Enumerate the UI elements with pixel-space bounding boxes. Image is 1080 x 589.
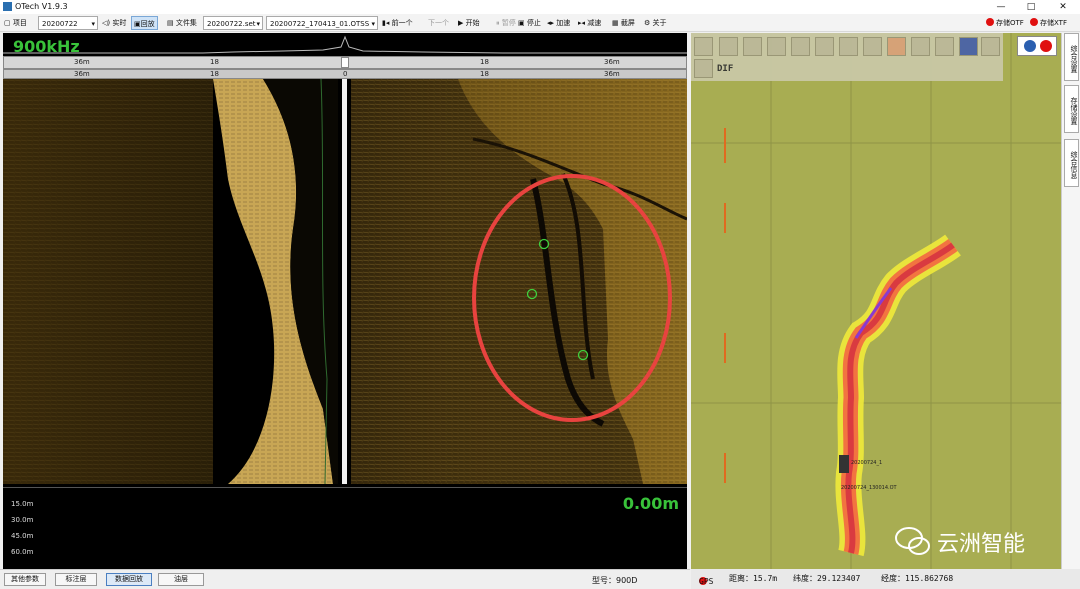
tab-general-info[interactable]: 综合信息: [1064, 139, 1079, 187]
map-canvas[interactable]: 20200724_1 20200724_130014.OT: [691, 33, 1061, 569]
start-button[interactable]: ▶ 开始: [458, 16, 480, 30]
tool-icon[interactable]: [839, 37, 858, 56]
replay-button[interactable]: ▣回放: [131, 16, 158, 30]
range-readout: 距离：15.7m: [729, 574, 778, 583]
save-xtf-button[interactable]: 存储XTF: [1030, 16, 1067, 30]
vessel-icon: [839, 455, 849, 473]
tool-icon[interactable]: [935, 37, 954, 56]
depth-profile: 15.0m 30.0m 45.0m 60.0m 0.00m: [3, 487, 687, 569]
close-button[interactable]: ✕: [1052, 0, 1074, 14]
record-icon: [1040, 40, 1052, 52]
screenshot-button[interactable]: ▦ 截屏: [612, 16, 635, 30]
tool-icon[interactable]: [981, 37, 1000, 56]
depth-label: 60.0m: [11, 548, 34, 556]
model-label: 型号：900D: [592, 576, 638, 585]
fileset-select[interactable]: 20200722.set: [203, 16, 263, 31]
tool-icon[interactable]: [887, 37, 906, 56]
range-ruler-bottom: 36m 18 0 18 36m: [3, 69, 687, 79]
data-replay-button[interactable]: 数据回放: [106, 573, 152, 586]
bottom-bar: 其他参数 标注层 数据回放 油层 型号：900D: [0, 569, 690, 589]
record-icon: [986, 18, 994, 26]
status-bar: GPS 距离：15.7m 纬度：29.123407 经度：115.862768: [691, 569, 1080, 589]
track-label: 20200724_130014.OT: [841, 485, 898, 491]
ruler-slider[interactable]: [341, 57, 349, 68]
tool-icon[interactable]: [791, 37, 810, 56]
pan-tool-icon[interactable]: [694, 37, 713, 56]
other-params-button[interactable]: 其他参数: [4, 573, 46, 586]
map-panel[interactable]: 20200724_1 20200724_130014.OT DIF: [691, 33, 1061, 569]
tab-general-settings[interactable]: 综合设置: [1064, 33, 1079, 81]
compass-icon: [1024, 40, 1036, 52]
watermark-text: 云洲智能: [937, 532, 1026, 557]
sonar-waterfall[interactable]: [3, 79, 687, 484]
dif-label: DIF: [717, 64, 734, 74]
compass-widget[interactable]: [1017, 36, 1057, 56]
stop-button[interactable]: ▣ 停止: [518, 16, 541, 30]
speedup-button[interactable]: ◂▸ 加速: [547, 16, 570, 30]
title-bar: OTech V1.9.3 — □ ✕: [0, 0, 1080, 14]
right-sidebar: 综合设置 存储设置 综合信息: [1061, 33, 1080, 569]
project-label: ▢ 项目: [4, 19, 27, 27]
about-button[interactable]: ⚙ 关于: [644, 16, 667, 30]
annotation-layer-button[interactable]: 标注层: [55, 573, 97, 586]
slowdown-button[interactable]: ▸◂ 减速: [578, 16, 601, 30]
tool-icon[interactable]: [911, 37, 930, 56]
depth-label: 45.0m: [11, 532, 34, 540]
oil-layer-button[interactable]: 油层: [158, 573, 204, 586]
pause-button[interactable]: ⏸ 暂停: [496, 16, 516, 30]
main-toolbar: ▢ 项目 20200722 ◁) 实时 ▣回放 ▤ 文件集 20200722.s…: [0, 14, 1080, 32]
dif-tool-icon[interactable]: [694, 59, 713, 78]
signal-trace: [3, 35, 687, 54]
save-otf-button[interactable]: 存储OTF: [986, 16, 1024, 30]
zoom-out-icon[interactable]: [743, 37, 762, 56]
realtime-button[interactable]: ◁) 实时: [102, 16, 126, 30]
range-ruler-top: 36m 18 0 18 36m: [3, 56, 687, 69]
tool-icon[interactable]: [863, 37, 882, 56]
app-icon: [3, 2, 12, 11]
measure-line-icon[interactable]: [815, 37, 834, 56]
latitude-readout: 纬度：29.123407: [793, 574, 861, 583]
next-button[interactable]: 下一个: [428, 16, 449, 30]
depth-label: 15.0m: [11, 500, 34, 508]
prev-button[interactable]: ▮◂ 前一个: [382, 16, 413, 30]
project-select[interactable]: 20200722: [38, 16, 98, 31]
record-icon: [1030, 18, 1038, 26]
map-toolbar: DIF: [691, 33, 1003, 81]
track-label: 20200724_1: [851, 460, 882, 466]
depth-label: 30.0m: [11, 516, 34, 524]
tab-storage-settings[interactable]: 存储设置: [1064, 85, 1079, 133]
fileset-label: ▤ 文件集: [167, 19, 197, 27]
watermark: 云洲智能: [893, 524, 1053, 560]
wechat-logo-icon: [895, 527, 930, 555]
depth-readout: 0.00m: [622, 494, 679, 513]
window-title: OTech V1.9.3: [15, 2, 68, 11]
maximize-button[interactable]: □: [1020, 0, 1042, 14]
minimize-button[interactable]: —: [990, 0, 1012, 14]
longitude-readout: 经度：115.862768: [881, 574, 954, 583]
zoom-in-icon[interactable]: [719, 37, 738, 56]
tool-icon[interactable]: [767, 37, 786, 56]
sonar-panel: 900kHz 36m 18 0 18 36m 36m 18 0 18 36m: [3, 33, 687, 569]
layers-icon[interactable]: [959, 37, 978, 56]
file-select[interactable]: 20200722_170413_01.OTSS: [266, 16, 378, 31]
